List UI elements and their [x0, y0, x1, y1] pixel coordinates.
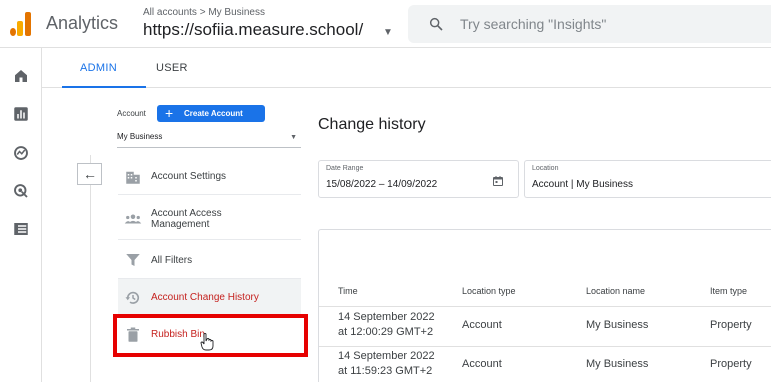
dropdown-caret-icon: ▼: [290, 134, 297, 141]
cell-time: 14 September 2022 at 11:59:23 GMT+2: [338, 350, 435, 377]
explore-icon[interactable]: [12, 144, 30, 162]
cell-location-name: My Business: [586, 319, 649, 331]
create-account-button[interactable]: + Create Account: [157, 105, 265, 122]
home-icon[interactable]: [12, 67, 30, 85]
date-range-label: Date Range: [326, 165, 364, 172]
left-rail: [0, 48, 42, 382]
cell-time: 14 September 2022 at 12:00:29 GMT+2: [338, 311, 435, 338]
column-divider: [90, 155, 91, 382]
column-header-item-type[interactable]: Item type: [710, 286, 747, 296]
menu-item-change-history[interactable]: Account Change History: [118, 279, 301, 317]
app-title: Analytics: [46, 13, 119, 33]
calendar-icon[interactable]: [492, 175, 504, 187]
account-label: Account: [117, 109, 146, 118]
search-bar[interactable]: Try searching "Insights": [408, 5, 771, 43]
menu-label: Account Change History: [151, 292, 259, 303]
breadcrumb[interactable]: All accounts > My Business: [143, 7, 265, 18]
menu-item-account-access[interactable]: Account Access Management: [118, 198, 301, 240]
arrow-left-icon: ←: [83, 166, 97, 182]
tab-user[interactable]: USER: [156, 62, 188, 74]
cell-location-name: My Business: [586, 358, 649, 370]
menu-item-all-filters[interactable]: All Filters: [118, 241, 301, 279]
configure-icon[interactable]: [12, 220, 30, 238]
row-divider: [319, 346, 771, 347]
create-account-label: Create Account: [184, 109, 243, 118]
menu-label: Account Access Management: [151, 208, 222, 230]
page-title: Change history: [318, 116, 426, 133]
reports-icon[interactable]: [12, 105, 30, 123]
hand-cursor-icon: [200, 333, 214, 351]
cell-location-type: Account: [462, 358, 502, 370]
history-icon: [125, 291, 140, 304]
column-header-time[interactable]: Time: [338, 286, 358, 296]
property-selector[interactable]: https://sofiia.measure.school/: [143, 20, 363, 40]
menu-label: Account Settings: [151, 171, 227, 182]
advertising-icon[interactable]: [12, 182, 30, 200]
menu-item-account-settings[interactable]: Account Settings: [118, 157, 301, 195]
collapse-back-button[interactable]: ←: [77, 163, 102, 185]
date-range-picker[interactable]: Date Range 15/08/2022 – 14/09/2022: [318, 160, 519, 198]
top-bar: Analytics All accounts > My Business htt…: [0, 0, 771, 48]
filter-icon: [126, 254, 140, 266]
cell-item-type: Property: [710, 358, 752, 370]
cell-location-type: Account: [462, 319, 502, 331]
location-picker[interactable]: Location Account | My Business: [524, 160, 771, 198]
people-icon: [124, 214, 142, 224]
date-range-value: 15/08/2022 – 14/09/2022: [326, 179, 438, 190]
location-label: Location: [532, 165, 559, 172]
account-dropdown[interactable]: My Business ▼: [117, 132, 301, 148]
active-tab-indicator: [62, 86, 146, 88]
chevron-down-icon[interactable]: ▼: [383, 27, 393, 38]
menu-label: All Filters: [151, 255, 193, 266]
account-selected-value: My Business: [117, 132, 163, 141]
building-icon: [126, 171, 140, 184]
plus-icon: +: [165, 105, 174, 121]
tab-admin[interactable]: ADMIN: [80, 62, 117, 74]
header-divider: [319, 306, 771, 307]
change-history-table: Time Location type Location name Item ty…: [318, 229, 771, 382]
search-icon: [429, 17, 443, 31]
column-header-location-name[interactable]: Location name: [586, 286, 645, 296]
cell-item-type: Property: [710, 319, 752, 331]
admin-tabs: ADMIN USER: [42, 48, 771, 88]
search-input[interactable]: Try searching "Insights": [460, 16, 606, 32]
analytics-logo-icon[interactable]: [10, 12, 32, 36]
location-value: Account | My Business: [532, 179, 633, 190]
column-header-location-type[interactable]: Location type: [462, 286, 516, 296]
